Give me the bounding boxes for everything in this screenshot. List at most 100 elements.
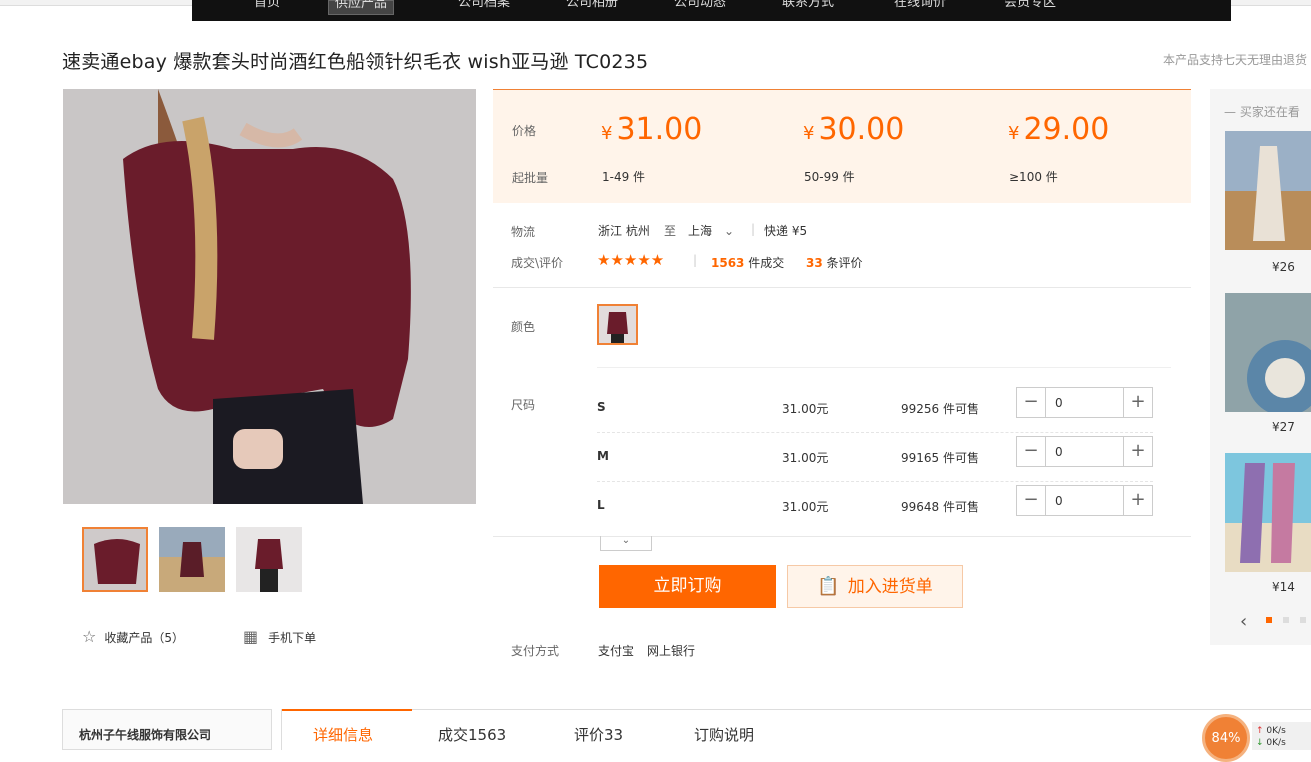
tier-3-price: ¥29.00 xyxy=(1008,112,1110,147)
upload-speed: ↑ 0K/s xyxy=(1256,726,1286,736)
divider: | xyxy=(693,253,698,267)
download-speed: ↓ 0K/s xyxy=(1256,738,1286,748)
tier-1-qty: 1-49 件 xyxy=(602,170,646,184)
increase-button[interactable]: + xyxy=(1123,388,1152,417)
nav-item-home[interactable]: 首页 xyxy=(254,0,280,15)
quantity-input[interactable]: 0 xyxy=(1055,494,1063,508)
tab-order-notes[interactable]: 订购说明 xyxy=(694,724,754,745)
clipboard-icon: 📋 xyxy=(817,576,840,597)
sidebar-heading: — 买家还在看 xyxy=(1224,105,1300,119)
divider: | xyxy=(751,222,756,236)
chevron-down-icon: ⌄ xyxy=(724,224,735,238)
ship-to-select[interactable]: 上海 ⌄ xyxy=(688,222,734,239)
recommend-item-3-price: ¥14 xyxy=(1272,580,1295,594)
size-name: M xyxy=(597,449,609,463)
size-label: 尺码 xyxy=(511,398,536,412)
quantity-input[interactable]: 0 xyxy=(1055,396,1063,410)
recommend-item-1-price: ¥26 xyxy=(1272,260,1295,274)
arrow-up-icon: ↑ xyxy=(1256,726,1264,736)
size-stock: 99256 件可售 xyxy=(901,402,979,416)
deals-count[interactable]: 1563 件成交 xyxy=(711,254,784,271)
mobile-order-link[interactable]: ▦ 手机下单 xyxy=(243,627,316,646)
size-stock: 99165 件可售 xyxy=(901,451,979,465)
increase-button[interactable]: + xyxy=(1123,486,1152,515)
return-policy-note: 本产品支持七天无理由退货 xyxy=(1162,53,1307,67)
tab-reviews[interactable]: 评价33 xyxy=(574,724,623,745)
add-to-cart-button[interactable]: 📋 加入进货单 xyxy=(787,565,963,608)
decrease-button[interactable]: − xyxy=(1017,388,1046,417)
quantity-input[interactable]: 0 xyxy=(1055,445,1063,459)
recommend-sidebar: — 买家还在看 ¥26 ¥27 ¥14 ‹ xyxy=(1210,89,1311,645)
size-row-m: M 31.00元 99165 件可售 − 0 + xyxy=(597,433,1153,482)
favorite-product-link[interactable]: ☆ 收藏产品（5） xyxy=(82,627,184,646)
recommend-item-1-image[interactable] xyxy=(1225,131,1311,250)
increase-button[interactable]: + xyxy=(1123,437,1152,466)
favorite-label: 收藏产品（5） xyxy=(104,631,184,645)
decrease-button[interactable]: − xyxy=(1017,437,1046,466)
size-price: 31.00元 xyxy=(782,451,829,465)
company-name[interactable]: 杭州子午线服饰有限公司 xyxy=(62,709,272,750)
carousel-dot[interactable] xyxy=(1300,617,1306,623)
chevron-down-icon: ⌄ xyxy=(621,535,631,546)
arrow-down-icon: ↓ xyxy=(1256,738,1264,748)
rating-stars-icon: ★★★★★ xyxy=(597,251,665,269)
moq-label: 起批量 xyxy=(512,171,549,185)
star-outline-icon: ☆ xyxy=(82,627,97,646)
speed-widget[interactable]: 84% xyxy=(1202,714,1250,762)
size-row-l: L 31.00元 99648 件可售 − 0 + xyxy=(597,482,1153,531)
main-product-image[interactable] xyxy=(63,89,476,504)
review-count[interactable]: 33 条评价 xyxy=(806,254,863,271)
payment-bank: 网上银行 xyxy=(647,644,696,658)
nav-item-products[interactable]: 供应产品 xyxy=(328,0,395,15)
price-panel: 价格 起批量 ¥31.00 ¥30.00 ¥29.00 1-49 件 50-99… xyxy=(493,89,1191,203)
size-name: S xyxy=(597,400,606,414)
quantity-stepper: − 0 + xyxy=(1016,387,1153,418)
nav-item-album[interactable]: 公司相册 xyxy=(566,0,618,15)
tier-3-qty: ≥100 件 xyxy=(1009,170,1058,184)
thumbnail-1[interactable] xyxy=(82,527,148,592)
store-nav-bar: 首页 供应产品 公司档案 公司相册 公司动态 联系方式 在线询价 会员专区 xyxy=(192,0,1231,21)
buy-now-button[interactable]: 立即订购 xyxy=(599,565,776,608)
thumbnail-2[interactable] xyxy=(159,527,225,592)
product-title: 速卖通ebay 爆款套头时尚酒红色船领针织毛衣 wish亚马逊 TC0235 xyxy=(62,51,649,73)
qr-code-icon: ▦ xyxy=(243,627,259,646)
color-option-wine-red[interactable] xyxy=(597,304,638,345)
tab-details[interactable]: 详细信息 xyxy=(313,724,373,745)
recommend-item-3-image[interactable] xyxy=(1225,453,1311,572)
section-divider xyxy=(493,536,1191,537)
payment-alipay: 支付宝 xyxy=(598,644,635,658)
carousel-dot[interactable] xyxy=(1283,617,1289,623)
expand-sizes-toggle[interactable]: ⌄ xyxy=(600,536,652,551)
decrease-button[interactable]: − xyxy=(1017,486,1046,515)
chevron-left-icon[interactable]: ‹ xyxy=(1240,611,1247,632)
nav-item-profile[interactable]: 公司档案 xyxy=(458,0,510,15)
tier-2-qty: 50-99 件 xyxy=(804,170,855,184)
reviews-label: 成交\评价 xyxy=(511,256,564,270)
carousel-dot-active[interactable] xyxy=(1266,617,1272,623)
tier-1-price: ¥31.00 xyxy=(601,112,703,147)
active-tab-indicator xyxy=(282,709,412,711)
shipping-fee: 快递 ¥5 xyxy=(764,224,808,238)
ship-from: 浙江 杭州 xyxy=(598,224,650,238)
size-price: 31.00元 xyxy=(782,402,829,416)
nav-item-news[interactable]: 公司动态 xyxy=(674,0,726,15)
nav-item-member[interactable]: 会员专区 xyxy=(1004,0,1056,15)
section-divider xyxy=(597,367,1171,368)
quantity-stepper: − 0 + xyxy=(1016,485,1153,516)
tab-deals[interactable]: 成交1563 xyxy=(438,724,506,745)
recommend-item-2-image[interactable] xyxy=(1225,293,1311,412)
size-row-s: S 31.00元 99256 件可售 − 0 + xyxy=(597,384,1153,433)
nav-item-inquiry[interactable]: 在线询价 xyxy=(894,0,946,15)
mobile-order-label: 手机下单 xyxy=(268,631,317,645)
nav-item-contact[interactable]: 联系方式 xyxy=(782,0,834,15)
recommend-item-2-price: ¥27 xyxy=(1272,420,1295,434)
tier-2-price: ¥30.00 xyxy=(803,112,905,147)
payment-label: 支付方式 xyxy=(511,644,560,658)
logistics-label: 物流 xyxy=(511,225,536,239)
thumbnail-3[interactable] xyxy=(236,527,302,592)
section-divider xyxy=(493,287,1191,288)
size-stock: 99648 件可售 xyxy=(901,500,979,514)
quantity-stepper: − 0 + xyxy=(1016,436,1153,467)
ship-to-word: 至 xyxy=(664,224,677,238)
color-label: 颜色 xyxy=(511,320,536,334)
